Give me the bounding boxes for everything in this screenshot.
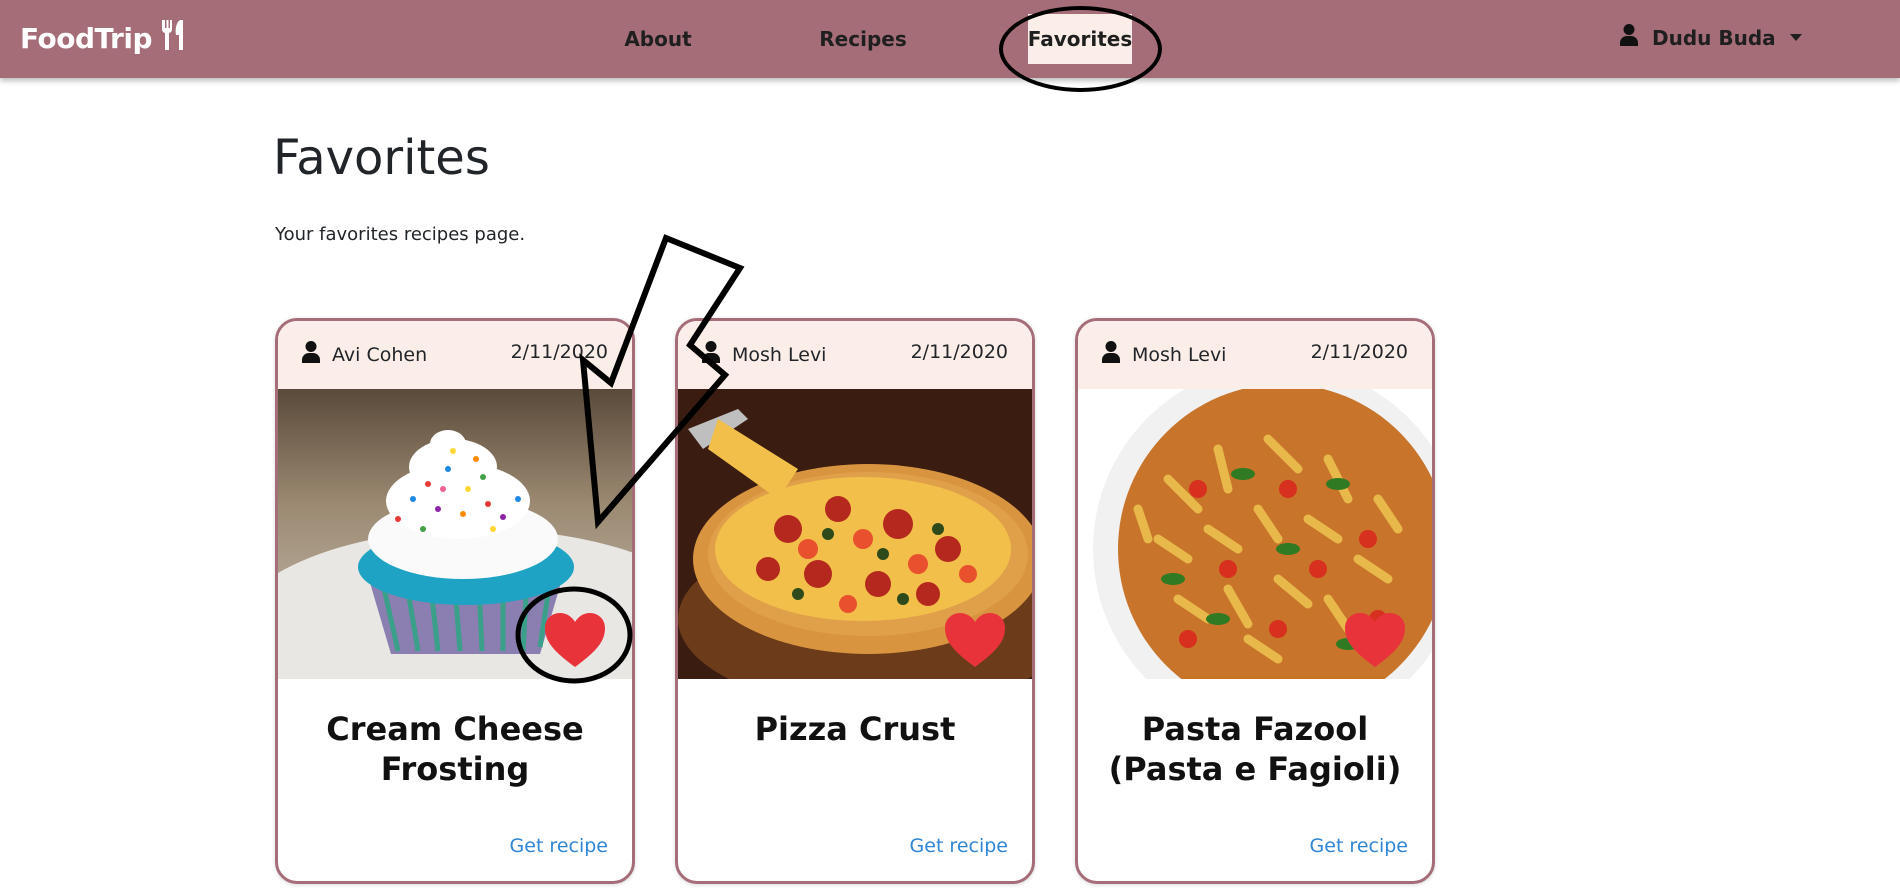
- get-recipe-link[interactable]: Get recipe: [1310, 835, 1408, 857]
- user-name: Dudu Buda: [1652, 25, 1776, 50]
- card-date: 2/11/2020: [510, 341, 608, 363]
- recipe-card: Mosh Levi 2/11/2020: [1075, 318, 1435, 884]
- card-date: 2/11/2020: [1310, 341, 1408, 363]
- nav-link-about[interactable]: About: [618, 14, 698, 64]
- card-header: Mosh Levi 2/11/2020: [678, 321, 1032, 389]
- heart-icon[interactable]: [543, 611, 607, 673]
- heart-icon[interactable]: [943, 611, 1007, 673]
- brand-name: FoodTrip: [20, 22, 152, 55]
- user-icon: [1620, 24, 1638, 51]
- card-author: Mosh Levi: [1102, 341, 1226, 368]
- author-name: Avi Cohen: [332, 343, 428, 366]
- caret-down-icon: [1789, 34, 1802, 41]
- card-title: Pasta Fazool (Pasta e Fagioli): [1108, 710, 1402, 788]
- nav-link-recipes[interactable]: Recipes: [818, 14, 908, 64]
- card-author: Avi Cohen: [302, 341, 427, 368]
- user-menu-dropdown[interactable]: Dudu Buda: [1620, 24, 1802, 51]
- person-icon: [1102, 341, 1120, 368]
- card-author: Mosh Levi: [702, 341, 826, 368]
- navbar: FoodTrip About Recipes Favorites Dudu Bu…: [0, 0, 1900, 78]
- author-name: Mosh Levi: [1132, 343, 1227, 366]
- nav-link-favorites[interactable]: Favorites: [1028, 14, 1132, 64]
- person-icon: [702, 341, 720, 368]
- get-recipe-link[interactable]: Get recipe: [910, 835, 1008, 857]
- get-recipe-link[interactable]: Get recipe: [510, 835, 608, 857]
- author-name: Mosh Levi: [732, 343, 827, 366]
- heart-icon[interactable]: [1343, 611, 1407, 673]
- card-header: Mosh Levi 2/11/2020: [1078, 321, 1432, 389]
- page-subtitle: Your favorites recipes page.: [275, 224, 526, 245]
- card-title: Pizza Crust: [754, 710, 956, 748]
- card-header: Avi Cohen 2/11/2020: [278, 321, 632, 389]
- page-title: Favorites: [273, 130, 490, 186]
- utensils-icon: [160, 20, 186, 57]
- brand-logo[interactable]: FoodTrip: [20, 20, 186, 57]
- recipe-card: Mosh Levi 2/11/2020: [675, 318, 1035, 884]
- card-title: Cream Cheese Frosting: [326, 710, 584, 788]
- person-icon: [302, 341, 320, 368]
- card-date: 2/11/2020: [910, 341, 1008, 363]
- recipe-card: Avi Cohen 2/11/2020 Cream Cheese Frostin…: [275, 318, 635, 884]
